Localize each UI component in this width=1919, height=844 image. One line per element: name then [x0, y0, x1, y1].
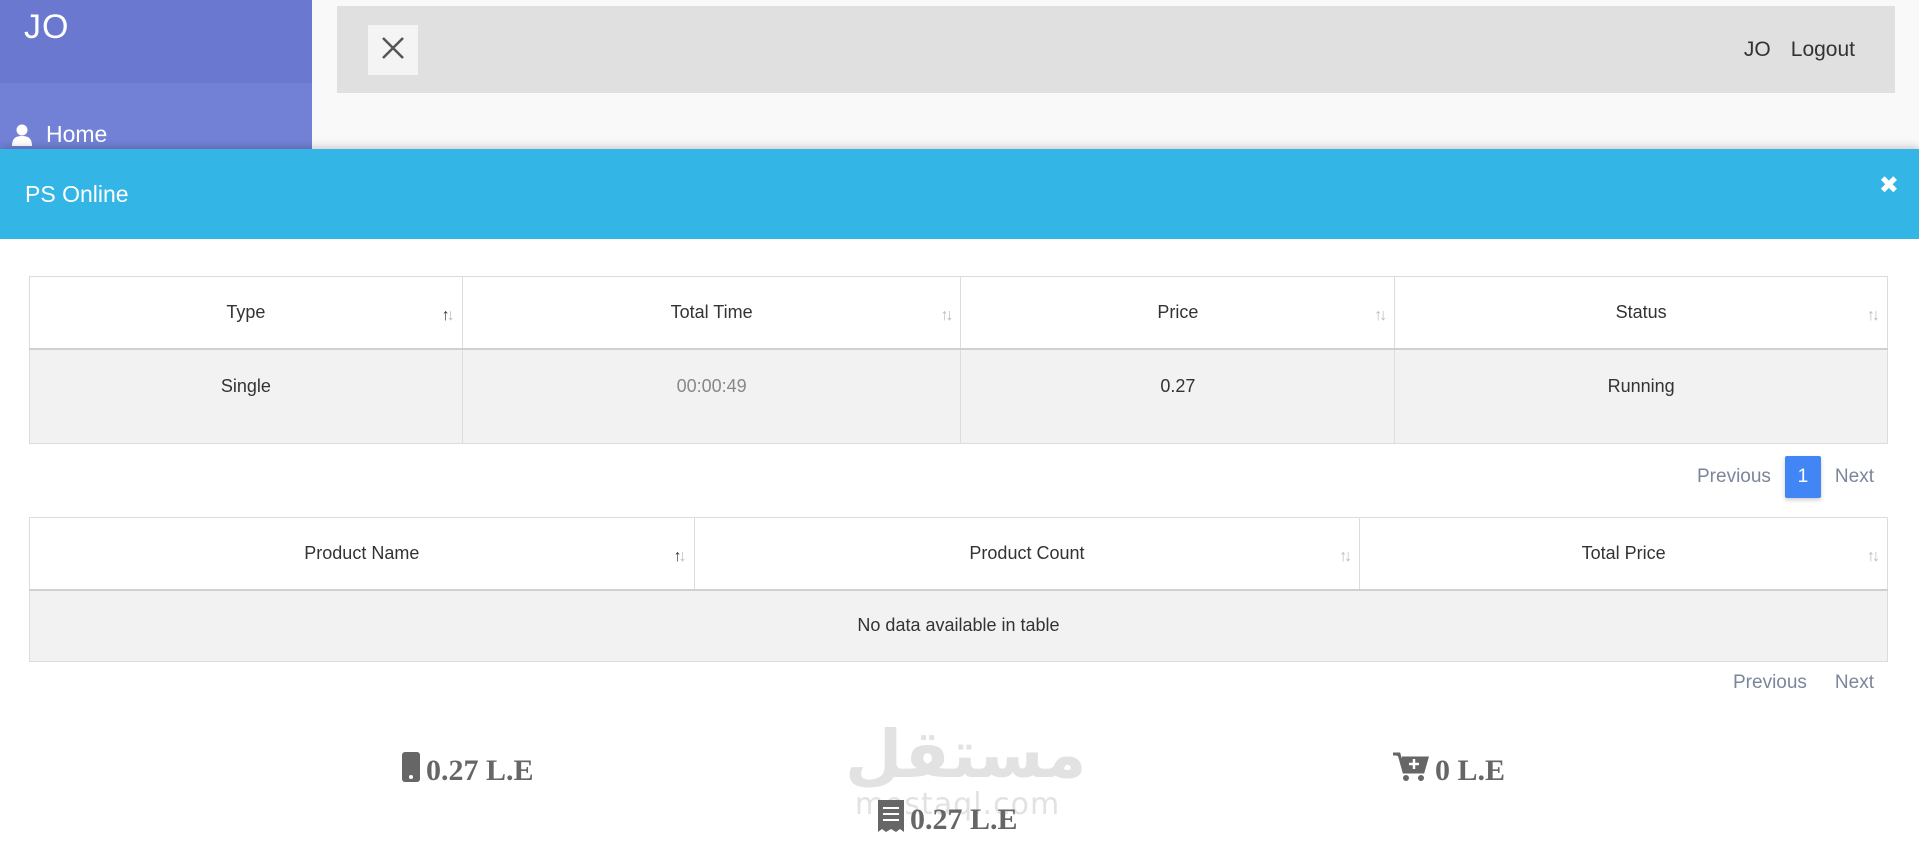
previous-button[interactable]: Previous [1697, 466, 1771, 488]
sort-icon: ↑↓ [1374, 307, 1387, 324]
column-header-product-count[interactable]: Product Count ↑↓ [693, 517, 1361, 591]
sidebar-toggle-button[interactable] [368, 25, 418, 75]
sort-icon: ↑↓ [1867, 548, 1880, 565]
column-header-status[interactable]: Status ↑↓ [1394, 276, 1888, 350]
table-header-row: Product Name ↑↓ Product Count ↑↓ Total Pri… [29, 517, 1888, 591]
sort-icon: ↑↓ [1867, 307, 1880, 324]
sidebar-item-home[interactable]: Home [0, 83, 312, 148]
sessions-pagination: Previous 1 Next [1697, 456, 1874, 498]
modal-header: PS Online ✖ [0, 149, 1919, 239]
sort-icon: ↑↓ [441, 307, 455, 324]
cell-total-time: 00:00:49 [461, 348, 962, 444]
cell-status: Running [1394, 348, 1888, 444]
user-name-link[interactable]: JO [1744, 38, 1771, 62]
column-header-type[interactable]: Type ↑↓ [29, 276, 463, 350]
cart-plus-icon [1393, 752, 1429, 790]
table-row: Single 00:00:49 0.27 Running [29, 348, 1888, 444]
mobile-icon [402, 752, 420, 790]
column-header-price[interactable]: Price ↑↓ [960, 276, 1396, 350]
column-header-total-price[interactable]: Total Price ↑↓ [1359, 517, 1888, 591]
sort-icon: ↑↓ [940, 307, 953, 324]
column-header-product-name[interactable]: Product Name ↑↓ [29, 517, 695, 591]
products-pagination: Previous Next [1733, 672, 1874, 694]
cart-total-value: 0 L.E [1435, 754, 1506, 787]
empty-table-message: No data available in table [29, 589, 1888, 662]
cart-total-summary: 0 L.E [1393, 752, 1505, 790]
topbar: JO Logout [337, 6, 1895, 93]
table-header-row: Type ↑↓ Total Time ↑↓ Price ↑↓ Status ↑↓ [29, 276, 1888, 350]
next-button[interactable]: Next [1835, 466, 1874, 488]
user-icon [12, 124, 32, 146]
previous-button[interactable]: Previous [1733, 672, 1807, 694]
table-row: No data available in table [29, 589, 1888, 662]
next-button[interactable]: Next [1835, 672, 1874, 694]
page-1-button[interactable]: 1 [1784, 456, 1821, 498]
close-icon [380, 35, 406, 66]
ps-online-modal: PS Online ✖ [0, 149, 1919, 844]
sort-icon: ↑↓ [673, 548, 687, 565]
sidebar-item-label: Home [46, 121, 108, 147]
column-header-total-time[interactable]: Total Time ↑↓ [461, 276, 962, 350]
cell-price: 0.27 [960, 348, 1396, 444]
sessions-table: Type ↑↓ Total Time ↑↓ Price ↑↓ Status ↑↓ Sin… [29, 276, 1888, 444]
ps-total-summary: 0.27 L.E [402, 752, 534, 790]
products-table: Product Name ↑↓ Product Count ↑↓ Total Pri… [29, 517, 1888, 662]
grand-total-value: 0.27 L.E [910, 803, 1018, 836]
receipt-icon [878, 800, 904, 840]
logout-link[interactable]: Logout [1791, 38, 1855, 62]
modal-close-icon[interactable]: ✖ [1879, 171, 1899, 200]
ps-total-value: 0.27 L.E [426, 754, 534, 787]
cell-type: Single [29, 348, 463, 444]
grand-total-summary: 0.27 L.E [878, 800, 1018, 840]
sidebar-brand[interactable]: JO [0, 0, 312, 83]
modal-title: PS Online [25, 180, 129, 207]
sort-icon: ↑↓ [1339, 548, 1352, 565]
